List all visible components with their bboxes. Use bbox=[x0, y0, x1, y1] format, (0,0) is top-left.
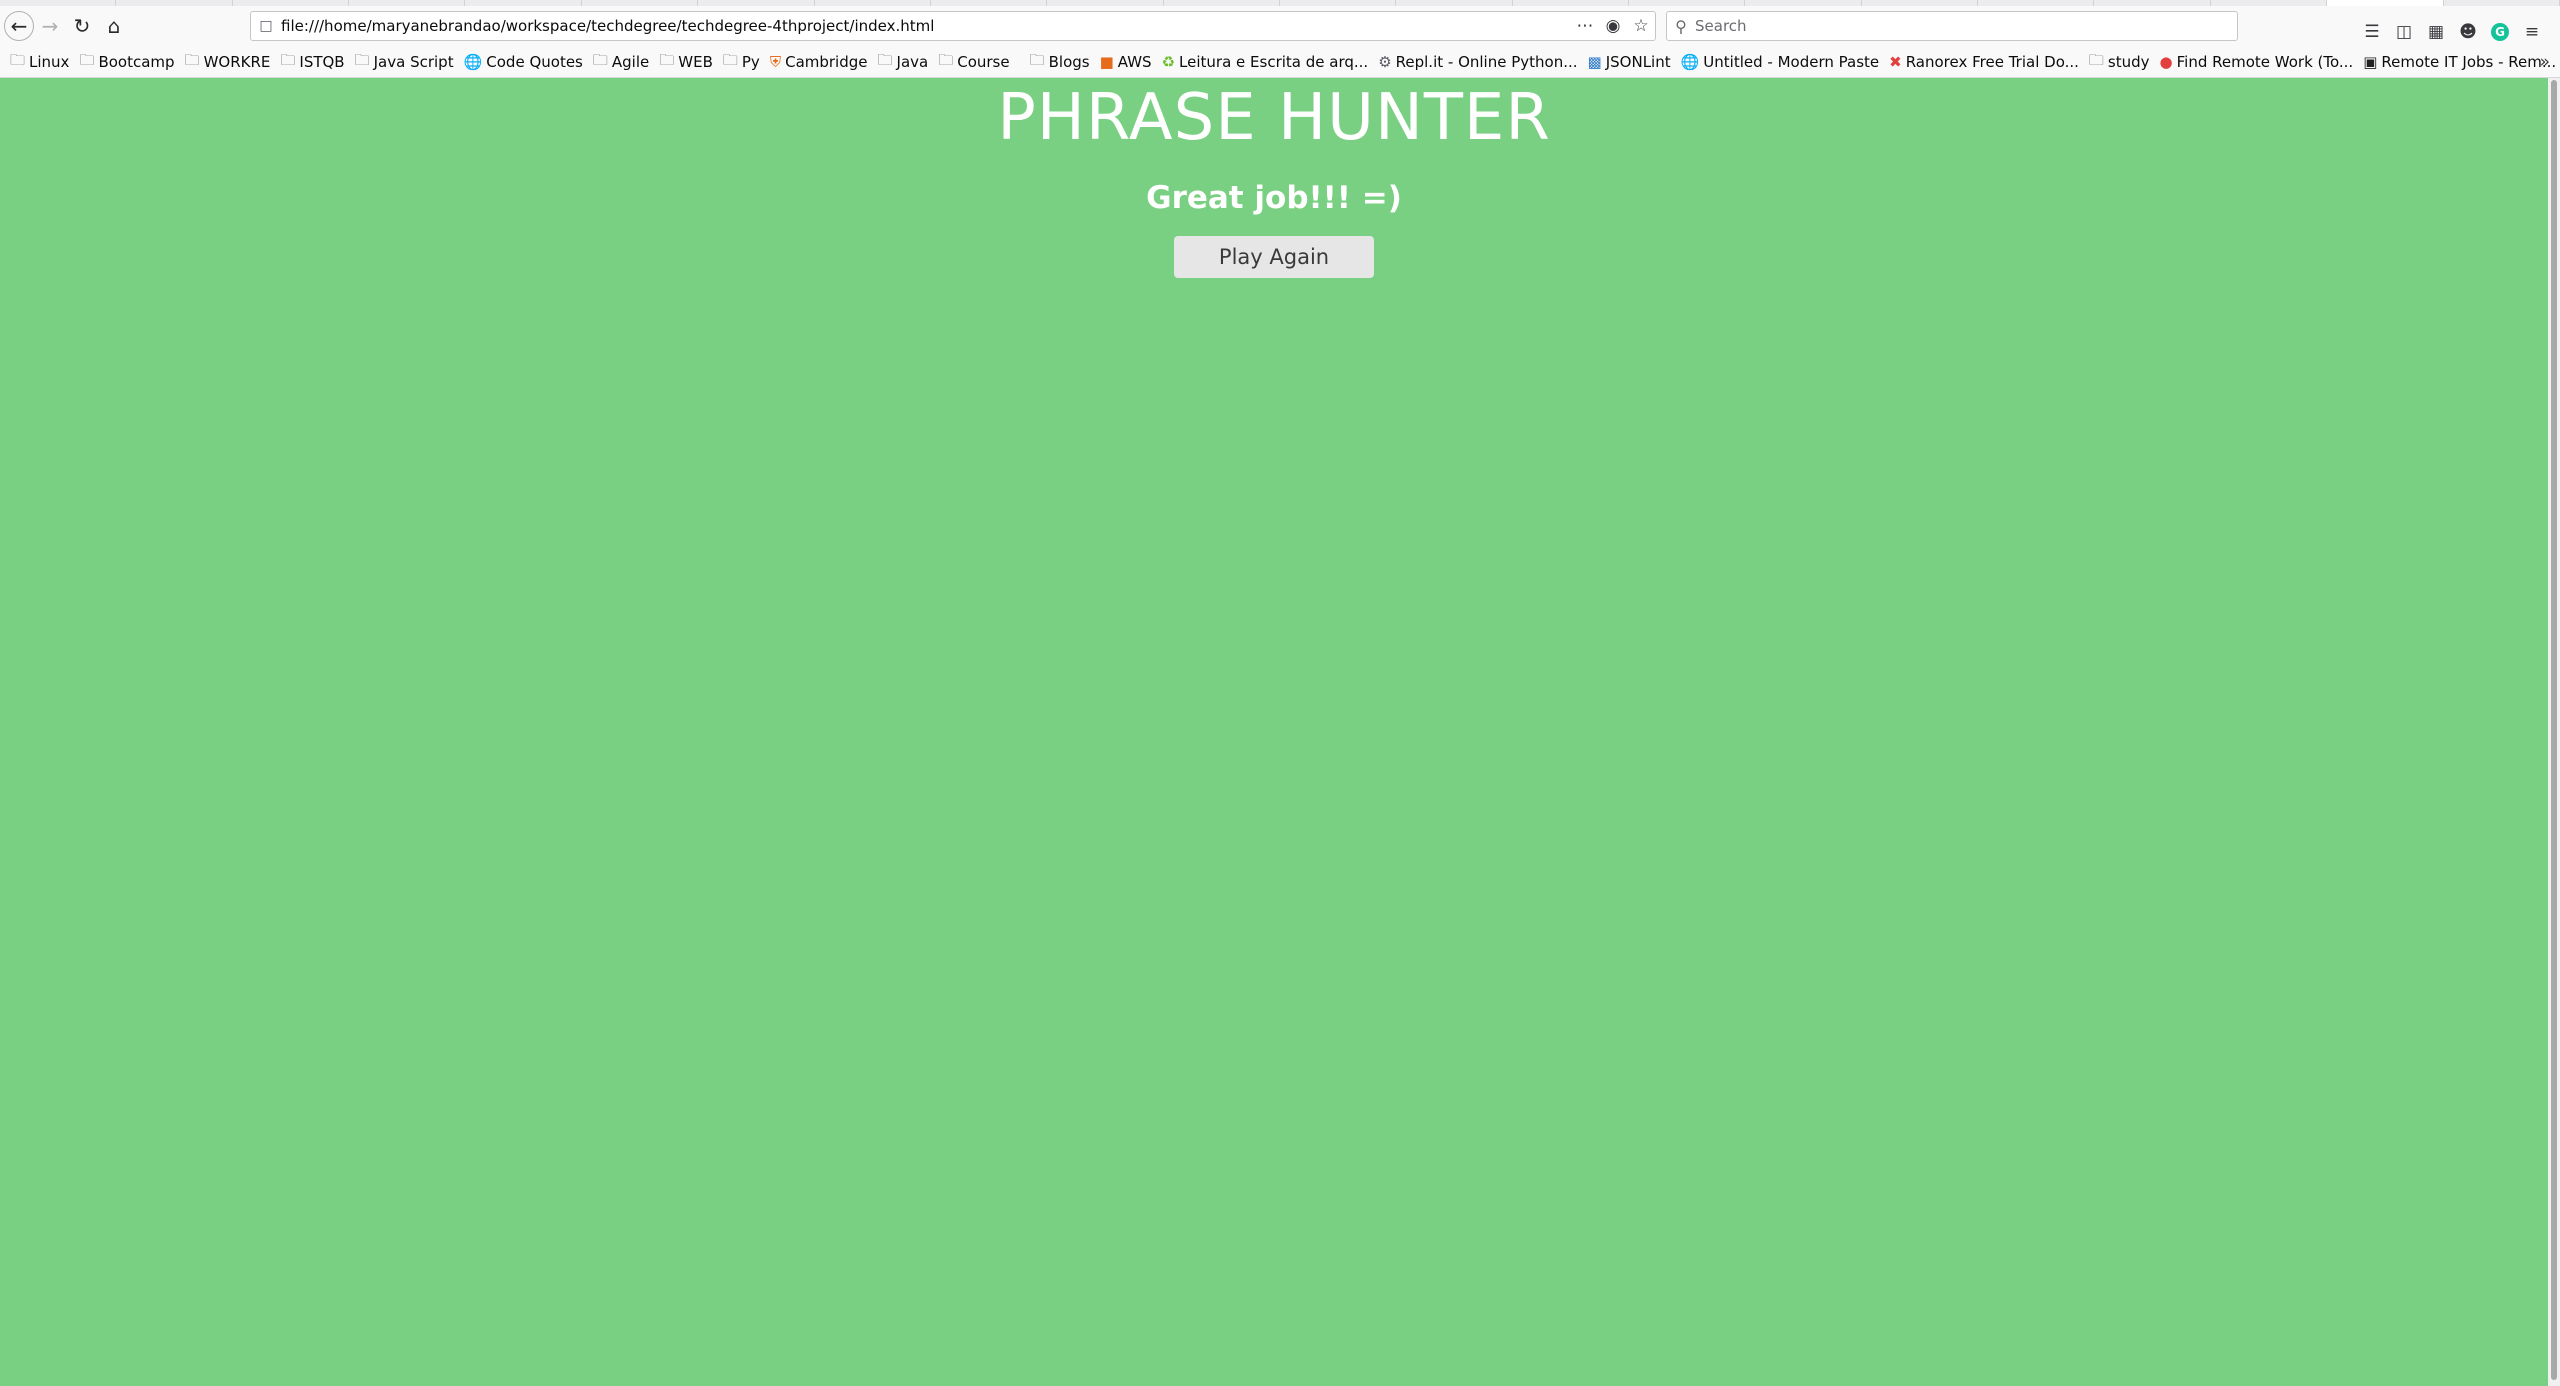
search-input[interactable] bbox=[1695, 17, 2237, 35]
folder-icon: 🗀 bbox=[722, 50, 738, 69]
bookmarks-overflow-button[interactable]: » bbox=[2540, 48, 2550, 76]
bookmark-item[interactable]: 🗀 WEB bbox=[659, 50, 713, 75]
shield-icon: ⛨ bbox=[769, 53, 782, 71]
folder-icon: 🗀 bbox=[184, 50, 200, 69]
folder-icon: 🗀 bbox=[938, 50, 954, 69]
page-viewport: PHRASE HUNTER Great job!!! =) Play Again bbox=[0, 78, 2548, 1386]
page-icon: □ bbox=[259, 18, 273, 34]
home-button[interactable]: ⌂ bbox=[98, 10, 130, 42]
bookmark-item[interactable]: 🗀 Java bbox=[878, 50, 929, 75]
back-button[interactable]: ← bbox=[4, 11, 34, 41]
game-over-message: Great job!!! =) bbox=[1146, 180, 1402, 216]
bookmark-item[interactable]: 🗀 Agile bbox=[593, 50, 649, 75]
bookmark-item[interactable]: 🗀 Java Script bbox=[355, 50, 454, 75]
globe-icon: 🌐 bbox=[1680, 53, 1700, 71]
search-bar[interactable]: ⚲ bbox=[1666, 11, 2238, 41]
square-icon: ▩ bbox=[1587, 53, 1602, 71]
bookmark-item[interactable]: 🌐 Untitled - Modern Paste bbox=[1681, 53, 1880, 71]
url-bar[interactable]: □ file:///home/maryanebrandao/workspace/… bbox=[250, 11, 1656, 41]
grammarly-icon[interactable]: G bbox=[2491, 23, 2509, 41]
folder-icon: 🗀 bbox=[79, 50, 95, 69]
forward-button[interactable]: → bbox=[34, 10, 66, 42]
account-icon[interactable]: ☻ bbox=[2452, 22, 2484, 42]
bookmark-item[interactable]: ♻ Leitura e Escrita de arq... bbox=[1162, 53, 1369, 71]
folder-icon: 🗀 bbox=[2088, 50, 2104, 69]
browser-chrome: ← → ↻ ⌂ □ file:///home/maryanebrandao/wo… bbox=[0, 0, 2560, 78]
bookmark-item[interactable]: ⛨ Cambridge bbox=[770, 53, 868, 71]
sidebar-icon[interactable]: ◫ bbox=[2388, 22, 2420, 42]
reader-icon[interactable]: ▦ bbox=[2420, 22, 2452, 42]
bookmark-item[interactable]: 🗀 Blogs bbox=[1030, 50, 1090, 75]
arrow-left-icon: ← bbox=[10, 14, 28, 38]
bookmark-item[interactable]: 🗀 Course bbox=[938, 50, 1009, 75]
r-icon: ▣ bbox=[2363, 53, 2378, 71]
bookmark-item[interactable]: ● Find Remote Work (To... bbox=[2160, 53, 2354, 71]
vertical-scrollbar[interactable] bbox=[2548, 78, 2560, 1386]
bookmark-item[interactable]: ■ AWS bbox=[1100, 53, 1152, 71]
toolbar-icons: ☰ ◫ ▦ ☻ G ≡ bbox=[2356, 12, 2548, 52]
bookmark-item[interactable]: ▣ Remote IT Jobs - Rem... bbox=[2363, 53, 2556, 71]
game-over-overlay: PHRASE HUNTER Great job!!! =) Play Again bbox=[0, 78, 2548, 278]
scrollbar-thumb[interactable] bbox=[2551, 80, 2557, 1380]
folder-icon: 🗀 bbox=[877, 50, 893, 69]
ranorex-icon: ✖ bbox=[1889, 53, 1902, 71]
bookmark-item[interactable]: 🗀 Bootcamp bbox=[79, 50, 174, 75]
page-title: PHRASE HUNTER bbox=[997, 81, 1551, 155]
folder-icon: 🗀 bbox=[280, 50, 296, 69]
recycle-icon: ♻ bbox=[1161, 53, 1176, 71]
bookmark-item[interactable]: 🗀 study bbox=[2089, 50, 2150, 75]
reload-button[interactable]: ↻ bbox=[66, 10, 98, 42]
bookmark-item[interactable]: ▩ JSONLint bbox=[1588, 53, 1671, 71]
bookmark-item[interactable]: 🗀 ISTQB bbox=[280, 50, 344, 75]
bookmark-item[interactable]: ✖ Ranorex Free Trial Do... bbox=[1889, 53, 2079, 71]
page-actions-icon[interactable]: ⋯ bbox=[1571, 16, 1599, 36]
bookmark-item[interactable]: ⚙ Repl.it - Online Python... bbox=[1378, 53, 1577, 71]
arrow-right-icon: → bbox=[41, 14, 59, 38]
bookmark-star-icon[interactable]: ☆ bbox=[1627, 16, 1655, 36]
bookmarks-toolbar: 🗀 Linux 🗀 Bootcamp 🗀 WORKRE 🗀 ISTQB 🗀 Java Sc… bbox=[0, 48, 2560, 76]
pocket-icon[interactable]: ◉ bbox=[1599, 16, 1627, 36]
menu-icon[interactable]: ≡ bbox=[2516, 22, 2548, 42]
folder-icon: 🗀 bbox=[10, 50, 26, 69]
folder-icon: 🗀 bbox=[592, 50, 608, 69]
navigation-toolbar: ← → ↻ ⌂ □ file:///home/maryanebrandao/wo… bbox=[0, 6, 2560, 46]
folder-icon: 🗀 bbox=[659, 50, 675, 69]
url-text[interactable]: file:///home/maryanebrandao/workspace/te… bbox=[281, 17, 1571, 35]
folder-icon: 🗀 bbox=[354, 50, 370, 69]
gear-icon: ⚙ bbox=[1378, 53, 1392, 71]
bookmark-item[interactable]: 🗀 Py bbox=[723, 50, 760, 75]
globe-icon: 🌐 bbox=[463, 53, 483, 71]
folder-icon: 🗀 bbox=[1029, 50, 1045, 69]
circle-icon: ● bbox=[2159, 53, 2173, 71]
play-again-button[interactable]: Play Again bbox=[1174, 236, 1374, 278]
chevron-double-right-icon: » bbox=[2539, 52, 2550, 72]
search-icon: ⚲ bbox=[1675, 16, 1687, 36]
home-icon: ⌂ bbox=[107, 14, 121, 38]
bookmark-item[interactable]: 🗀 Linux bbox=[10, 50, 69, 75]
library-icon[interactable]: ☰ bbox=[2356, 22, 2388, 42]
reload-icon: ↻ bbox=[73, 14, 91, 38]
bookmark-item[interactable]: 🗀 WORKRE bbox=[185, 50, 271, 75]
bookmark-item[interactable]: 🌐 Code Quotes bbox=[464, 53, 583, 71]
cube-icon: ■ bbox=[1099, 53, 1114, 71]
